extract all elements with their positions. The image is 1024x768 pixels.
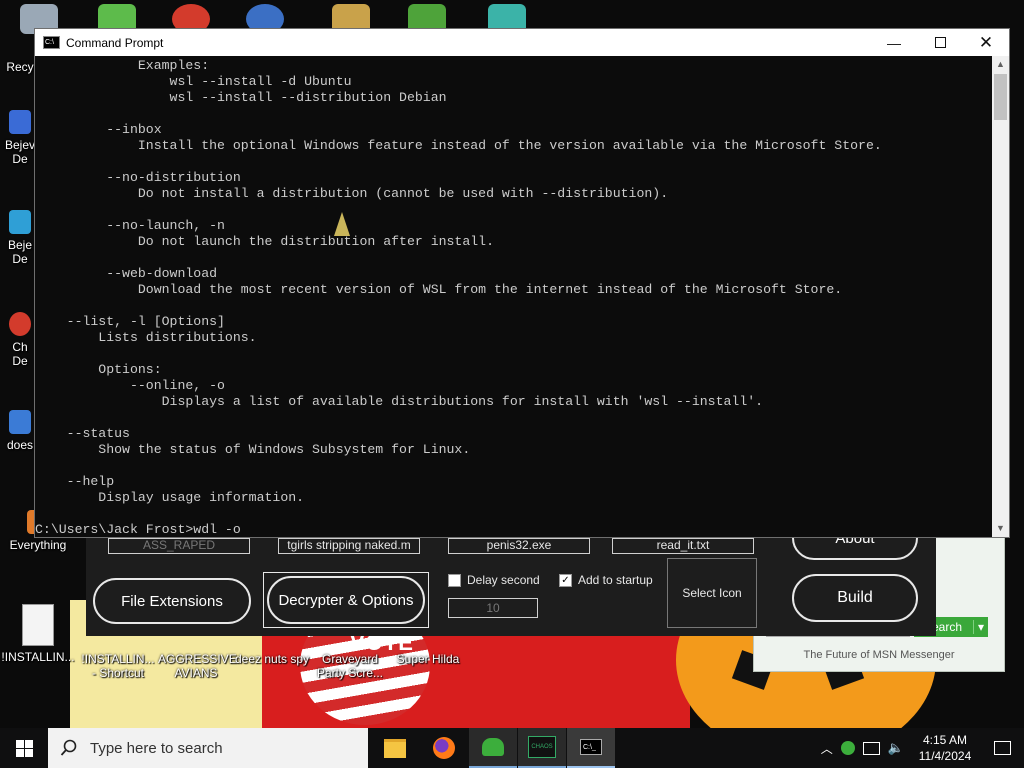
check-icon[interactable]: ✓	[559, 573, 572, 587]
desktop-icon-label: deez nuts spy	[234, 652, 310, 666]
notification-center-button[interactable]	[980, 728, 1024, 768]
cmd-icon: C:\	[43, 36, 60, 49]
desktop-icon-label: Recy	[6, 60, 34, 74]
scroll-down-icon[interactable]: ▼	[992, 520, 1009, 537]
build-label: Build	[837, 589, 873, 606]
file-extensions-button[interactable]: File Extensions	[93, 578, 251, 624]
decrypter-options-button[interactable]: Decrypter & Options	[267, 576, 425, 624]
clock[interactable]: 4:15 AM 11/4/2024	[910, 732, 980, 764]
builder-field-4[interactable]: read_it.txt	[612, 538, 754, 554]
taskbar-msn[interactable]	[469, 728, 517, 768]
command-prompt-window[interactable]: C:\ Command Prompt — ✕ Examples: wsl --i…	[34, 28, 1010, 538]
console-output[interactable]: Examples: wsl --install -d Ubuntu wsl --…	[35, 56, 993, 537]
desktop-icon-graveyard-party[interactable]: Graveyard Party Scre...	[312, 632, 388, 680]
taskbar-chaos[interactable]: CHAOS	[518, 728, 566, 768]
text-file-icon	[22, 604, 54, 646]
builder-field-2[interactable]: tgirls stripping naked.m	[278, 538, 420, 554]
maximize-button[interactable]	[917, 29, 963, 56]
minimize-icon: —	[887, 34, 901, 51]
scroll-up-icon[interactable]: ▲	[992, 56, 1009, 73]
desktop-icon-label: Super Hilda	[396, 652, 460, 666]
desktop-icon-label: does	[6, 438, 34, 452]
windows-logo-icon	[15, 739, 33, 757]
vertical-scrollbar[interactable]: ▲ ▼	[992, 56, 1009, 537]
startup-checkbox[interactable]: ✓ Add to startup	[559, 573, 653, 587]
scrollbar-thumb[interactable]	[994, 74, 1007, 120]
startup-label: Add to startup	[578, 573, 653, 587]
network-icon[interactable]	[862, 741, 880, 755]
maximize-icon	[934, 37, 946, 48]
build-button[interactable]: Build	[792, 574, 918, 622]
bejeweled-icon	[9, 210, 31, 234]
notification-icon	[993, 741, 1011, 755]
close-icon: ✕	[978, 32, 994, 52]
msn-tray-icon[interactable]	[840, 741, 855, 755]
desktop-icon-label: Ch De	[12, 340, 28, 368]
firefox-icon	[433, 737, 455, 759]
msn-buddy-icon	[482, 738, 504, 756]
decrypter-button-frame: Decrypter & Options	[263, 572, 429, 628]
close-button[interactable]: ✕	[963, 29, 1009, 56]
taskbar-search[interactable]: Type here to search	[48, 728, 368, 768]
system-tray: ︿ 🔈 4:15 AM 11/4/2024	[821, 728, 1024, 768]
minimize-button[interactable]: —	[871, 29, 917, 56]
desktop-icon-label: AGGRESSIVE AVIANS	[158, 652, 237, 680]
taskbar: Type here to search CHAOS C:\_ ︿ 🔈 4:15 …	[0, 728, 1024, 768]
delay-label: Delay second	[467, 573, 540, 587]
builder-field-1[interactable]: ASS_RAPED	[108, 538, 250, 554]
delay-checkbox[interactable]: Delay second	[448, 573, 540, 587]
taskbar-file-explorer[interactable]	[371, 728, 419, 768]
desktop-icon-installing-shortcut[interactable]: !INSTALLIN... - Shortcut	[80, 632, 156, 680]
desktop-icon-label: Bejev De	[4, 138, 36, 166]
cursor-icon	[334, 212, 350, 236]
chaos-app-icon: CHAOS	[528, 736, 556, 758]
file-extensions-label: File Extensions	[121, 592, 223, 610]
taskbar-command-prompt[interactable]: C:\_	[567, 728, 615, 768]
desktop-icon-deez-nuts-spy[interactable]: deez nuts spy	[234, 632, 310, 666]
clock-date: 11/4/2024	[918, 749, 972, 763]
desktop-icon-installing[interactable]: !INSTALLIN...	[0, 604, 76, 664]
desktop-icon-super-hilda[interactable]: Super Hilda	[390, 632, 466, 666]
decrypter-options-label: Decrypter & Options	[278, 591, 414, 609]
chevron-up-icon[interactable]: ︿	[821, 740, 833, 757]
search-icon	[60, 739, 77, 756]
bejeweled-icon	[9, 110, 31, 134]
chevron-down-icon[interactable]: ▾	[972, 620, 988, 634]
msn-tagline: The Future of MSN Messenger	[803, 649, 955, 661]
select-icon-label: Select Icon	[682, 586, 742, 600]
cmd-icon: C:\_	[580, 739, 602, 755]
desktop-icon-label: Beje De	[7, 238, 33, 266]
clock-time: 4:15 AM	[922, 733, 968, 747]
builder-field-3[interactable]: penis32.exe	[448, 538, 590, 554]
console-text: Examples: wsl --install -d Ubuntu wsl --…	[35, 58, 882, 537]
checkbox-empty-icon[interactable]	[448, 573, 461, 587]
search-placeholder: Type here to search	[90, 739, 223, 757]
volume-icon[interactable]: 🔈	[888, 740, 904, 756]
desktop-icon-aggressive-avians[interactable]: AGGRESSIVE AVIANS	[158, 632, 237, 680]
folder-icon	[384, 738, 406, 758]
desktop-icon-label: !INSTALLIN... - Shortcut	[81, 652, 155, 680]
select-icon-button[interactable]: Select Icon	[667, 558, 757, 628]
builder-window[interactable]: ASS_RAPED tgirls stripping naked.m penis…	[86, 516, 936, 636]
chrome-icon	[9, 312, 31, 336]
desktop-icon-label: !INSTALLIN...	[1, 650, 75, 664]
desktop-icon-label: Everything	[9, 538, 67, 552]
shortcut-icon	[9, 410, 31, 434]
title-bar[interactable]: C:\ Command Prompt	[35, 29, 1009, 56]
start-button[interactable]	[0, 728, 48, 768]
taskbar-firefox[interactable]	[420, 728, 468, 768]
delay-seconds-input[interactable]: 10	[448, 598, 538, 618]
desktop-icon-label: Graveyard Party Scre...	[316, 652, 384, 680]
window-title: Command Prompt	[66, 35, 164, 50]
